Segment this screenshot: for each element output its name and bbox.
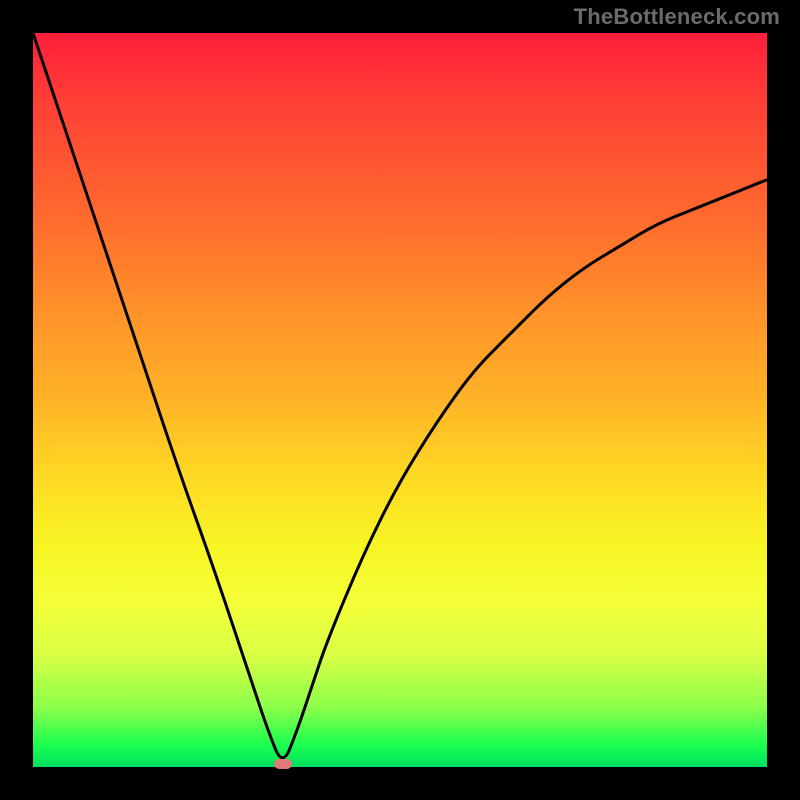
chart-frame: TheBottleneck.com	[0, 0, 800, 800]
minimum-marker	[274, 759, 292, 769]
watermark-text: TheBottleneck.com	[574, 4, 780, 30]
bottleneck-curve	[0, 0, 800, 800]
